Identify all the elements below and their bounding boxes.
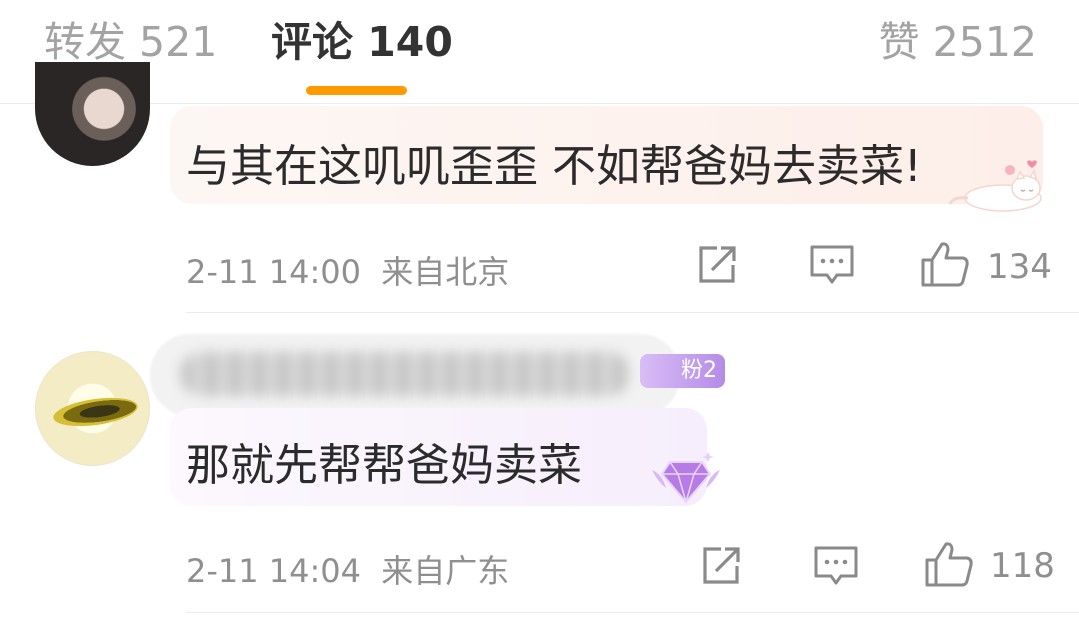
comment-location: 来自北京 xyxy=(381,253,510,291)
share-icon[interactable] xyxy=(695,243,739,287)
divider xyxy=(186,312,1079,313)
active-tab-indicator xyxy=(306,86,407,95)
comment-time: 2-11 14:00 xyxy=(186,253,362,291)
tab-likes-label: 赞 xyxy=(878,18,920,66)
share-icon[interactable] xyxy=(699,544,743,588)
tab-comments-count: 140 xyxy=(367,18,453,66)
comment-time: 2-11 14:04 xyxy=(186,552,362,590)
tab-repost-count: 521 xyxy=(139,18,218,66)
tab-likes[interactable]: 赞 2512 xyxy=(879,14,1037,70)
divider xyxy=(186,612,1079,613)
comment-text: 那就先帮帮爸妈卖菜 xyxy=(186,440,582,491)
tab-bar: 转发 521 评论 140 赞 2512 xyxy=(0,0,1079,103)
avatar[interactable] xyxy=(35,62,150,166)
thumbs-up-icon[interactable] xyxy=(920,240,970,288)
blurred-username xyxy=(150,334,680,416)
avatar-image xyxy=(51,393,140,431)
like-count: 118 xyxy=(990,546,1055,586)
fan-badge: 粉2 xyxy=(640,354,725,388)
gem-badge-icon xyxy=(652,452,720,505)
comment-text: 与其在这叽叽歪歪 不如帮爸妈去卖菜! xyxy=(186,141,922,192)
thumbs-up-icon[interactable] xyxy=(924,540,974,588)
comment-location: 来自广东 xyxy=(381,552,510,590)
comment-icon[interactable] xyxy=(808,243,856,287)
comment-icon[interactable] xyxy=(812,544,860,588)
divider xyxy=(0,103,1079,104)
like-count: 134 xyxy=(987,247,1052,287)
tab-comments-label: 评论 xyxy=(271,18,353,66)
comment-meta: 2-11 14:00 来自北京 xyxy=(186,247,509,293)
tab-comments[interactable]: 评论 140 xyxy=(271,14,453,70)
cat-sticker-icon xyxy=(948,160,1042,212)
tab-repost-label: 转发 xyxy=(44,18,126,66)
tab-likes-count: 2512 xyxy=(932,18,1037,66)
avatar[interactable] xyxy=(35,351,150,466)
comment-meta: 2-11 14:04 来自广东 xyxy=(186,546,509,592)
